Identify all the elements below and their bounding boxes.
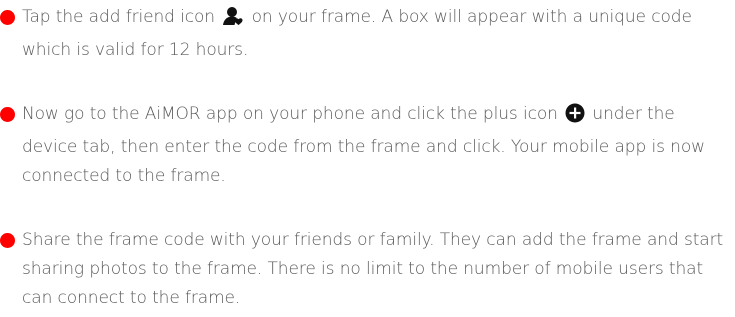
red-bullet-icon [0,233,15,248]
instruction-step-2: Now go to the AiMOR app on your phone an… [0,100,735,191]
step-1-text-before: Tap the add friend icon [22,7,221,27]
instruction-step-3: Share the frame code with your friends o… [0,226,735,313]
red-bullet-icon [0,107,15,122]
instruction-step-1: Tap the add friend icon on your frame. A… [0,3,735,65]
add-friend-icon [222,6,244,36]
red-bullet-icon [0,10,15,25]
step-2-text-before: Now go to the AiMOR app on your phone an… [22,104,564,124]
plus-circle-icon [565,103,585,133]
step-3-text: Share the frame code with your friends o… [22,230,724,308]
